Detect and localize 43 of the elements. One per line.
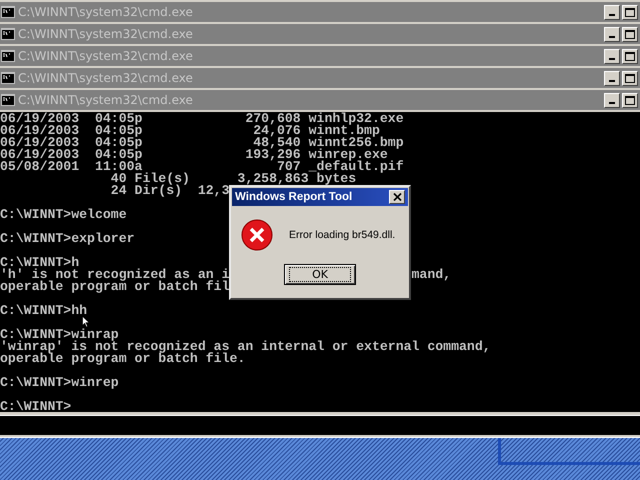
console-icon	[1, 28, 15, 40]
console-line: C:\WINNT>winrap	[0, 327, 119, 342]
dialog-title: Windows Report Tool	[235, 191, 352, 203]
close-icon	[392, 193, 402, 201]
console-line: C:\WINNT>explorer	[0, 231, 135, 246]
maximize-button[interactable]	[622, 70, 638, 86]
window-title: C:\WINNT\system32\cmd.exe	[18, 5, 194, 19]
maximize-icon	[625, 8, 635, 16]
maximize-button[interactable]	[622, 48, 638, 64]
maximize-icon	[625, 74, 635, 82]
minimize-button[interactable]	[604, 48, 620, 64]
console-line: 'h' is not recognized as an i	[0, 269, 230, 281]
window-title: C:\WINNT\system32\cmd.exe	[18, 49, 194, 63]
console-line: 06/19/2003 04:05p 270,608 winhlp32.exe	[0, 111, 404, 126]
maximize-button[interactable]	[622, 4, 638, 20]
console-line: C:\WINNT>welcome	[0, 207, 127, 222]
minimize-button[interactable]	[604, 26, 620, 42]
maximize-button[interactable]	[622, 92, 638, 108]
ok-button[interactable]: OK	[284, 264, 356, 285]
maximize-icon	[625, 96, 635, 104]
window-title: C:\WINNT\system32\cmd.exe	[18, 27, 194, 41]
console-icon	[1, 6, 15, 18]
maximize-button[interactable]	[622, 26, 638, 42]
console-line: operable program or batch file.	[0, 351, 246, 366]
console-line: 40 File(s) 3,258,863 bytes	[110, 171, 356, 186]
cursor-icon	[82, 316, 90, 328]
console-line: C:\WINNT>	[0, 399, 72, 414]
close-button[interactable]	[389, 190, 405, 204]
error-message: Error loading br549.dll.	[289, 229, 396, 241]
console-line: mand,	[412, 269, 452, 281]
error-icon	[241, 219, 273, 251]
window-title: C:\WINNT\system32\cmd.exe	[18, 93, 194, 107]
minimize-button[interactable]	[604, 92, 620, 108]
console-icon	[1, 72, 15, 84]
console-icon	[1, 94, 15, 106]
minimize-button[interactable]	[604, 4, 620, 20]
minimize-button[interactable]	[604, 70, 620, 86]
console-icon	[1, 50, 15, 62]
maximize-icon	[625, 30, 635, 38]
console-line: C:\WINNT>hh	[0, 303, 88, 318]
window-title: C:\WINNT\system32\cmd.exe	[18, 71, 194, 85]
console-line: C:\WINNT>winrep	[0, 375, 119, 390]
maximize-icon	[625, 52, 635, 60]
